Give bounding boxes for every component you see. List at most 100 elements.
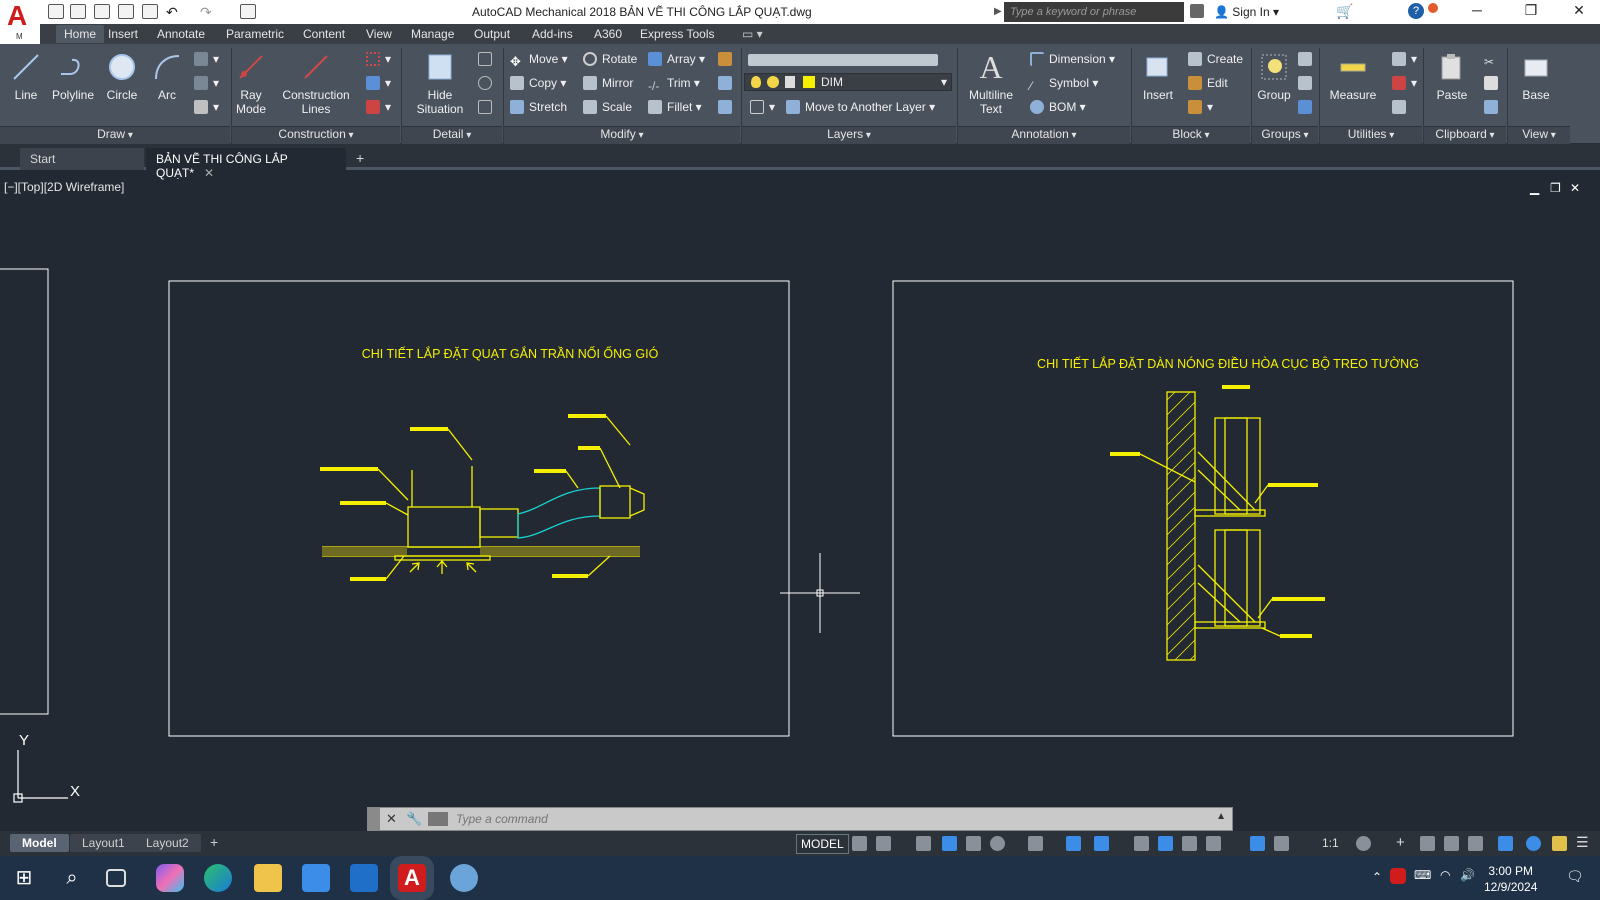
modify-tool-3[interactable] bbox=[718, 98, 737, 116]
binoculars-icon[interactable] bbox=[1190, 4, 1204, 18]
detail-tool-3[interactable] bbox=[478, 98, 497, 116]
copilot-icon[interactable] bbox=[156, 864, 184, 892]
selection-cycling-icon[interactable] bbox=[1158, 836, 1173, 851]
symbol-button[interactable]: ⁄ Symbol ▾ bbox=[1030, 74, 1098, 93]
scale-button[interactable]: Scale bbox=[583, 98, 632, 116]
units-icon[interactable] bbox=[1552, 836, 1567, 851]
add-layout-icon[interactable]: + bbox=[204, 834, 224, 850]
redo-icon[interactable]: ↷ bbox=[200, 4, 216, 20]
tab-a360[interactable]: A360 bbox=[594, 27, 622, 41]
layer-properties-tools[interactable] bbox=[748, 50, 943, 68]
array-button[interactable]: Array ▾ bbox=[648, 50, 705, 68]
bom-button[interactable]: BOM ▾ bbox=[1030, 98, 1086, 116]
lineweight-icon[interactable] bbox=[1094, 836, 1109, 851]
save-icon[interactable] bbox=[94, 4, 110, 19]
search-icon[interactable]: ⌕ bbox=[58, 864, 86, 892]
multiline-text-button[interactable]: A Multiline Text bbox=[962, 51, 1020, 116]
tab-output[interactable]: Output bbox=[474, 27, 510, 41]
group-button[interactable]: Group bbox=[1256, 52, 1292, 102]
group-edit-button[interactable] bbox=[1298, 74, 1317, 92]
utility-tool-2[interactable]: ▾ bbox=[1392, 74, 1417, 92]
hide-situation-button[interactable]: Hide Situation bbox=[410, 52, 470, 116]
utility-tool-1[interactable]: ▾ bbox=[1392, 50, 1417, 68]
new-file-icon[interactable] bbox=[48, 4, 64, 19]
dynamic-input-icon[interactable] bbox=[916, 836, 931, 851]
edge-icon[interactable] bbox=[204, 864, 232, 892]
annotation-visibility-icon[interactable] bbox=[1250, 836, 1265, 851]
ribbon-options-icon[interactable]: ▭ ▾ bbox=[742, 27, 763, 41]
tab-model[interactable]: Model bbox=[10, 834, 69, 852]
task-view-icon[interactable] bbox=[106, 869, 126, 887]
layer-state-button[interactable]: ▾ bbox=[750, 98, 775, 116]
tab-drawing[interactable]: BẢN VẼ THI CÔNG LẮP QUẠT* ✕ bbox=[146, 148, 346, 180]
transparency-icon[interactable] bbox=[1134, 836, 1149, 851]
tab-parametric[interactable]: Parametric bbox=[226, 27, 284, 41]
ortho-icon[interactable] bbox=[942, 836, 957, 851]
wifi-icon[interactable]: ◠ bbox=[1440, 868, 1450, 882]
undo-icon[interactable]: ↶ bbox=[166, 4, 182, 20]
tab-annotate[interactable]: Annotate bbox=[157, 27, 205, 41]
measure-button[interactable]: Measure bbox=[1326, 52, 1380, 102]
match-properties-button[interactable] bbox=[1484, 98, 1503, 116]
dimension-button[interactable]: Dimension ▾ bbox=[1030, 50, 1115, 68]
detail-tool-1[interactable] bbox=[478, 50, 497, 68]
grid-icon[interactable] bbox=[852, 836, 867, 851]
vivaldi-tray-icon[interactable] bbox=[1390, 868, 1406, 884]
isolate-objects-icon[interactable] bbox=[1420, 836, 1435, 851]
autocad-taskbar-icon[interactable]: A bbox=[390, 856, 434, 900]
construction-tool-3[interactable]: ▾ bbox=[366, 98, 391, 116]
tab-view[interactable]: View bbox=[366, 27, 392, 41]
close-command-icon[interactable]: ✕ bbox=[386, 811, 397, 827]
detail-panel-label[interactable]: Detail bbox=[402, 126, 502, 144]
arc-button[interactable]: Arc bbox=[152, 52, 182, 102]
draw-tool-3[interactable]: ▾ bbox=[194, 98, 219, 116]
snap-icon[interactable] bbox=[876, 836, 891, 851]
command-input[interactable] bbox=[456, 810, 1196, 828]
base-view-button[interactable]: Base bbox=[1516, 52, 1556, 102]
command-grip-handle[interactable] bbox=[368, 808, 380, 830]
tab-insert[interactable]: Insert bbox=[108, 27, 138, 41]
customization-menu-icon[interactable]: ☰ bbox=[1576, 835, 1591, 851]
cart-icon[interactable]: 🛒 bbox=[1336, 3, 1353, 20]
notification-center-icon[interactable]: 🗨 bbox=[1566, 868, 1584, 885]
modify-panel-label[interactable]: Modify bbox=[504, 126, 740, 144]
modify-tool-2[interactable] bbox=[718, 74, 737, 92]
groups-panel-label[interactable]: Groups bbox=[1252, 126, 1318, 144]
chevron-up-icon[interactable]: ▲ bbox=[1216, 811, 1226, 822]
drawing-canvas[interactable]: CHI TIẾT LẮP ĐẶT QUẠT GẮN TRẦN NỐI ỐNG G… bbox=[0, 170, 1600, 825]
utility-tool-3[interactable] bbox=[1392, 98, 1411, 116]
view-panel-label[interactable]: View bbox=[1508, 126, 1570, 144]
construction-tool-1[interactable]: ▾ bbox=[366, 50, 391, 68]
wrench-icon[interactable]: 🔧 bbox=[406, 811, 422, 827]
draw-tool-2[interactable]: ▾ bbox=[194, 74, 219, 92]
line-button[interactable]: Line bbox=[10, 52, 42, 102]
gear-icon[interactable] bbox=[1356, 836, 1371, 851]
tab-content[interactable]: Content bbox=[303, 27, 345, 41]
cut-button[interactable]: ✂ bbox=[1484, 50, 1503, 69]
draw-panel-label[interactable]: Draw bbox=[0, 126, 230, 144]
block-attributes-button[interactable]: ▾ bbox=[1188, 98, 1213, 116]
tab-layout2[interactable]: Layout2 bbox=[134, 834, 201, 852]
polar-icon[interactable] bbox=[966, 836, 981, 851]
modify-tool-1[interactable] bbox=[718, 50, 737, 68]
rotate-button[interactable]: Rotate bbox=[583, 50, 637, 68]
stretch-button[interactable]: Stretch bbox=[510, 98, 567, 116]
construction-panel-label[interactable]: Construction bbox=[232, 126, 400, 144]
layers-panel-label[interactable]: Layers bbox=[742, 126, 956, 144]
insert-block-button[interactable]: Insert bbox=[1138, 52, 1178, 102]
tab-start[interactable]: Start bbox=[20, 148, 144, 170]
utilities-panel-label[interactable]: Utilities bbox=[1320, 126, 1422, 144]
close-icon[interactable]: ✕ bbox=[1564, 2, 1594, 22]
create-block-button[interactable]: Create bbox=[1188, 50, 1243, 68]
tab-layout1[interactable]: Layout1 bbox=[70, 834, 137, 852]
search-arrow-icon[interactable]: ▶ bbox=[994, 6, 1002, 17]
draw-tool-1[interactable]: ▾ bbox=[194, 50, 219, 68]
store-icon[interactable] bbox=[302, 864, 330, 892]
ungroup-button[interactable] bbox=[1298, 50, 1317, 68]
paste-button[interactable]: Paste bbox=[1432, 52, 1472, 102]
detail-tool-2[interactable] bbox=[478, 74, 497, 92]
tab-express-tools[interactable]: Express Tools bbox=[640, 27, 714, 41]
construction-lines-button[interactable]: Construction Lines bbox=[280, 52, 352, 116]
help-icon[interactable]: ? bbox=[1408, 3, 1424, 19]
ray-mode-button[interactable]: Ray Mode bbox=[234, 52, 268, 116]
